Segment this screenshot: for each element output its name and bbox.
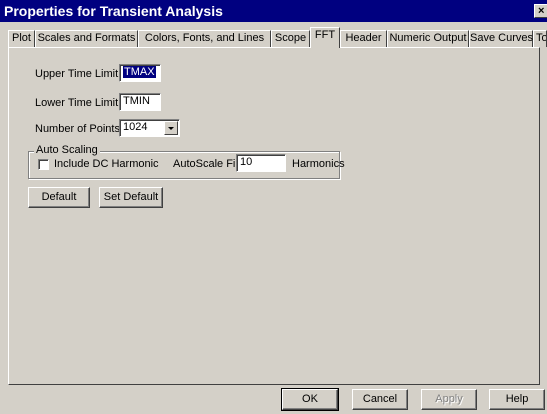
harmonics-label: Harmonics	[292, 158, 345, 170]
chevron-down-icon[interactable]	[164, 121, 178, 135]
lower-time-limit-label: Lower Time Limit	[35, 97, 119, 109]
cancel-button[interactable]: Cancel	[352, 389, 408, 410]
number-of-points-label: Number of Points	[35, 123, 120, 135]
tab-header[interactable]: Header	[340, 30, 387, 47]
include-dc-harmonic-checkbox[interactable]	[38, 159, 49, 170]
default-button[interactable]: Default	[28, 187, 90, 208]
tab-scope[interactable]: Scope	[271, 30, 310, 47]
close-icon[interactable]: ×	[534, 4, 547, 18]
tab-numeric-output[interactable]: Numeric Output	[387, 30, 469, 47]
properties-dialog: Properties for Transient Analysis × Plot…	[0, 0, 547, 414]
tab-colors-fonts-lines[interactable]: Colors, Fonts, and Lines	[138, 30, 271, 47]
set-default-button[interactable]: Set Default	[99, 187, 163, 208]
window-title: Properties for Transient Analysis	[4, 3, 223, 19]
tab-fft[interactable]: FFT	[310, 27, 340, 48]
tab-save-curves[interactable]: Save Curves	[469, 30, 533, 47]
auto-scaling-title: Auto Scaling	[34, 144, 100, 156]
tab-plot[interactable]: Plot	[8, 30, 35, 47]
tab-scales-and-formats[interactable]: Scales and Formats	[35, 30, 138, 47]
help-button[interactable]: Help	[489, 389, 545, 410]
upper-time-limit-label: Upper Time Limit	[35, 68, 119, 80]
ok-button[interactable]: OK	[281, 388, 339, 411]
title-bar: Properties for Transient Analysis ×	[0, 0, 547, 22]
autoscale-first-input[interactable]: 10	[236, 154, 286, 172]
tab-tool-bar[interactable]: Tool Bar	[533, 30, 547, 47]
apply-button[interactable]: Apply	[421, 389, 477, 410]
upper-time-limit-input[interactable]: TMAX	[119, 64, 161, 82]
lower-time-limit-input[interactable]: TMIN	[119, 93, 161, 111]
include-dc-harmonic-label: Include DC Harmonic	[54, 158, 159, 170]
number-of-points-select[interactable]: 1024	[119, 119, 180, 137]
